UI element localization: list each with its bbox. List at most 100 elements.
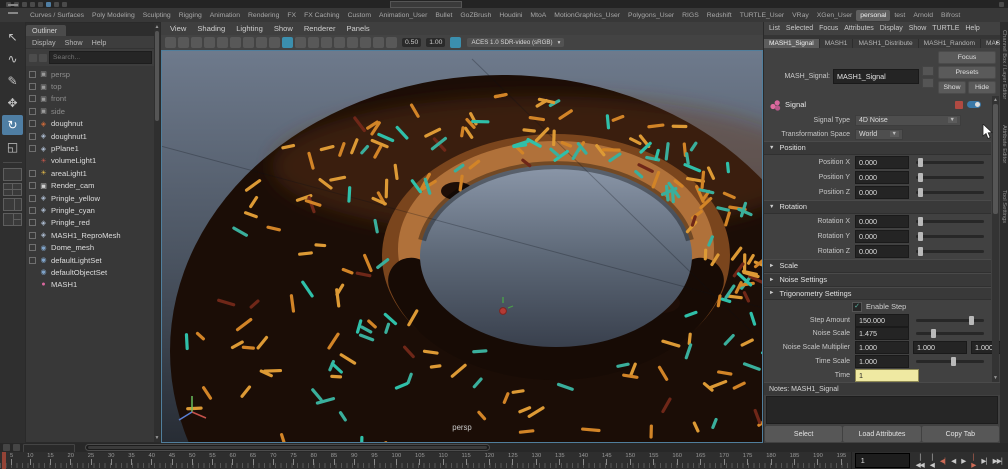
frame-tick[interactable]: 195 (837, 453, 846, 469)
isolate-select-icon[interactable] (373, 37, 384, 48)
scroll-down-icon[interactable]: ▼ (154, 435, 160, 441)
outliner-item[interactable]: ● MASH1 (26, 279, 160, 291)
slider-handle[interactable] (918, 216, 924, 226)
current-frame-field[interactable]: 1 (854, 453, 910, 468)
select-node-icon[interactable] (922, 77, 934, 88)
expand-toggle-icon[interactable] (29, 83, 36, 91)
value-slider[interactable] (916, 246, 984, 256)
value-field[interactable]: 0.000 (855, 229, 909, 243)
expand-toggle-icon[interactable] (29, 206, 36, 214)
wireframe-icon[interactable] (256, 37, 267, 48)
attribute-editor-menu-item[interactable]: Focus (819, 25, 838, 32)
viewport-menu-item[interactable]: Lighting (236, 24, 263, 33)
render-icon[interactable] (54, 1, 59, 7)
frame-tick[interactable]: 15 (47, 453, 54, 469)
frame-tick[interactable]: 40 (149, 453, 155, 469)
expand-toggle-icon[interactable] (29, 132, 36, 140)
trigonometry-settings-section-header[interactable]: ► Trigonometry Settings (764, 286, 991, 301)
step-back-key-button[interactable]: ◀| (937, 456, 948, 466)
attribute-editor-menu-item[interactable]: Show (909, 25, 927, 32)
frame-tick[interactable]: 130 (532, 453, 541, 469)
ambient-occlusion-icon[interactable] (321, 37, 332, 48)
viewport-menu-item[interactable]: Renderer (304, 24, 336, 33)
slider-handle[interactable] (918, 231, 924, 241)
sort-icon[interactable] (39, 53, 47, 62)
node-tab[interactable]: MASH1_Random (918, 39, 981, 48)
hide-button[interactable]: Hide (968, 81, 996, 94)
multisample-icon[interactable] (347, 37, 358, 48)
step-amount-slider[interactable] (916, 315, 984, 325)
scrollbar-thumb[interactable] (993, 104, 998, 214)
ipr-render-icon[interactable] (62, 1, 67, 7)
x-ray-icon[interactable] (386, 37, 397, 48)
quick-selection-field[interactable] (390, 0, 462, 8)
sidebar-panel-tab[interactable]: Channel Box / Layer Editor (1001, 30, 1007, 99)
time-scale-slider[interactable] (916, 356, 984, 366)
exposure-field[interactable]: 0.50 (402, 38, 422, 47)
outliner-item[interactable]: ◈ Pringle_red (26, 217, 160, 229)
expand-toggle-icon[interactable] (29, 256, 36, 264)
shelf-tab[interactable]: Bullet (431, 10, 456, 21)
outliner-item[interactable]: ◈ pPlane1 (26, 142, 160, 154)
scroll-down-icon[interactable]: ▼ (992, 375, 999, 381)
frame-tick[interactable]: 100 (392, 453, 401, 469)
value-field[interactable]: 0.000 (855, 170, 909, 184)
expand-toggle-icon[interactable] (29, 244, 36, 252)
frame-tick[interactable]: 190 (813, 453, 823, 469)
lasso-tool[interactable]: ∿ (2, 49, 23, 69)
frame-tick[interactable]: 180 (766, 453, 776, 469)
frame-tick[interactable]: 65 (250, 453, 256, 469)
viewport-menu-item[interactable]: Show (274, 24, 293, 33)
outliner-item[interactable]: ▣ front (26, 93, 160, 105)
show-button[interactable]: Show (938, 81, 966, 94)
select-camera-icon[interactable] (165, 37, 176, 48)
shelf-tab[interactable]: Poly Modeling (88, 10, 139, 21)
enable-node-toggle[interactable] (967, 101, 981, 109)
frame-tick[interactable]: 55 (209, 453, 216, 469)
motion-blur-icon[interactable] (334, 37, 345, 48)
outliner-item[interactable]: ☀ areaLight1 (26, 167, 160, 179)
attribute-editor-menu-item[interactable]: Selected (786, 25, 813, 32)
time-field[interactable]: 1 (855, 368, 919, 382)
gamma-field[interactable]: 1.00 (426, 38, 446, 47)
outliner-item[interactable]: ▣ persp (26, 68, 160, 80)
outliner-menu-item[interactable]: Show (65, 38, 83, 47)
slider-handle[interactable] (951, 356, 957, 366)
value-slider[interactable] (916, 172, 984, 182)
frame-tick[interactable]: 50 (189, 453, 195, 469)
shelf-tab[interactable]: Bifrost (937, 10, 964, 21)
attribute-editor-menu-item[interactable]: Help (965, 25, 979, 32)
outliner-item[interactable]: ◉ defaultLightSet (26, 254, 160, 266)
frame-tick[interactable]: 125 (508, 453, 518, 469)
file-save-icon[interactable] (22, 1, 27, 7)
frame-tick[interactable]: 140 (578, 453, 588, 469)
attribute-editor-menu-item[interactable]: Attributes (844, 25, 874, 32)
time-ticks[interactable]: 5 10 15 20 25 30 35 40 45 50 55 60 65 70… (0, 452, 852, 469)
expand-toggle-icon[interactable] (29, 169, 36, 177)
frame-tick[interactable]: 25 (88, 453, 94, 469)
noise-scale-slider[interactable] (916, 329, 984, 339)
frame-tick[interactable]: 60 (230, 453, 236, 469)
frame-tick[interactable]: 160 (672, 453, 682, 469)
expand-toggle-icon[interactable] (29, 231, 36, 239)
noise-scale-field[interactable]: 1.475 (855, 327, 909, 341)
outliner-item[interactable]: ◈ doughnut1 (26, 130, 160, 142)
value-slider[interactable] (916, 157, 984, 167)
scale-section-header[interactable]: ► Scale (764, 258, 991, 273)
slider-handle[interactable] (969, 315, 975, 325)
viewport-menu-item[interactable]: Shading (197, 24, 225, 33)
shelf-tab[interactable]: Polygons_User (624, 10, 678, 21)
frame-tick[interactable]: 175 (743, 453, 752, 469)
bookmark-icon[interactable] (204, 37, 215, 48)
expand-toggle-icon[interactable] (29, 107, 36, 115)
shelf-tab[interactable]: Curves / Surfaces (26, 10, 88, 21)
expand-toggle-icon[interactable] (29, 182, 36, 190)
mute-node-icon[interactable] (955, 100, 963, 109)
shelf-tab[interactable]: Houdini (495, 10, 526, 21)
lock-camera-icon[interactable] (178, 37, 189, 48)
play-forwards-button[interactable]: ▶ (958, 456, 968, 466)
frame-tick[interactable]: 35 (128, 453, 135, 469)
attribute-editor-menu-item[interactable]: List (769, 25, 780, 32)
snap-mode-icon[interactable] (46, 1, 51, 7)
value-field[interactable]: 0.000 (855, 214, 909, 228)
